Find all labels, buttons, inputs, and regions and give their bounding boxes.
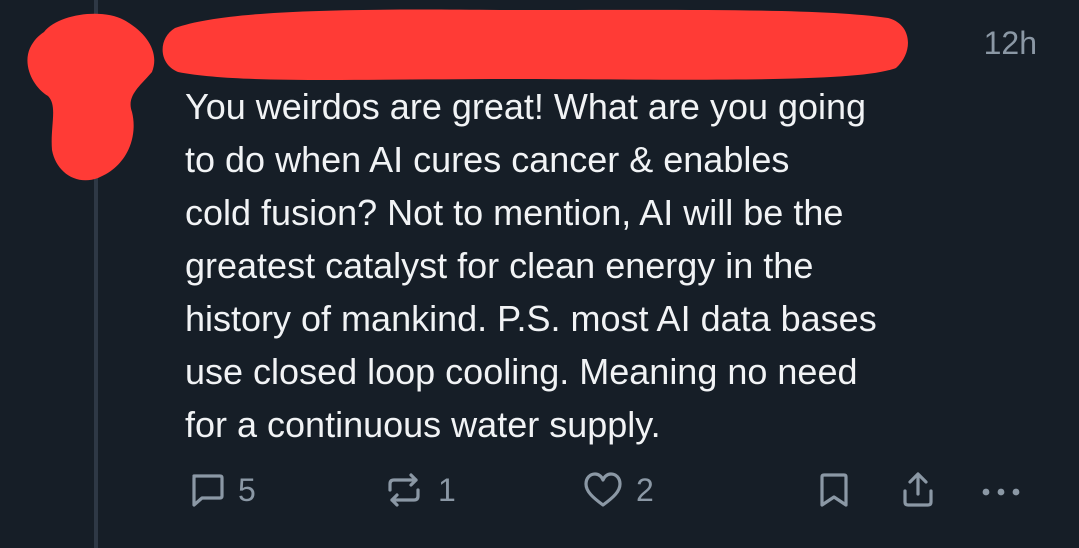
post-text-line: to do when AI cures cancer & enables xyxy=(185,139,790,180)
more-options-button[interactable] xyxy=(980,468,1022,512)
reply-icon xyxy=(192,474,224,507)
action-bar: 5 1 2 xyxy=(0,468,1079,512)
post-text-line: greatest catalyst for clean energy in th… xyxy=(185,245,814,286)
post-text-line: cold fusion? Not to mention, AI will be … xyxy=(185,192,844,233)
bookmark-button[interactable] xyxy=(816,468,852,512)
reply-button[interactable]: 5 xyxy=(186,468,256,512)
share-icon xyxy=(903,472,933,507)
post-text-line: You weirdos are great! What are you goin… xyxy=(185,86,867,127)
repost-icon xyxy=(388,473,420,507)
post-text: You weirdos are great! What are you goin… xyxy=(185,80,1045,451)
timestamp: 12h xyxy=(983,25,1037,61)
repost-button[interactable]: 1 xyxy=(382,468,456,512)
more-icon xyxy=(982,488,1020,496)
heart-icon xyxy=(584,472,622,507)
like-count: 2 xyxy=(636,471,654,508)
share-button[interactable] xyxy=(898,468,938,512)
like-button[interactable]: 2 xyxy=(582,468,654,512)
post-text-line: for a continuous water supply. xyxy=(185,404,661,445)
post-text-line: history of mankind. P.S. most AI data ba… xyxy=(185,298,877,339)
reply-count: 5 xyxy=(238,471,256,508)
bookmark-icon xyxy=(820,473,848,507)
post-text-line: use closed loop cooling. Meaning no need xyxy=(185,351,858,392)
repost-count: 1 xyxy=(438,471,456,508)
